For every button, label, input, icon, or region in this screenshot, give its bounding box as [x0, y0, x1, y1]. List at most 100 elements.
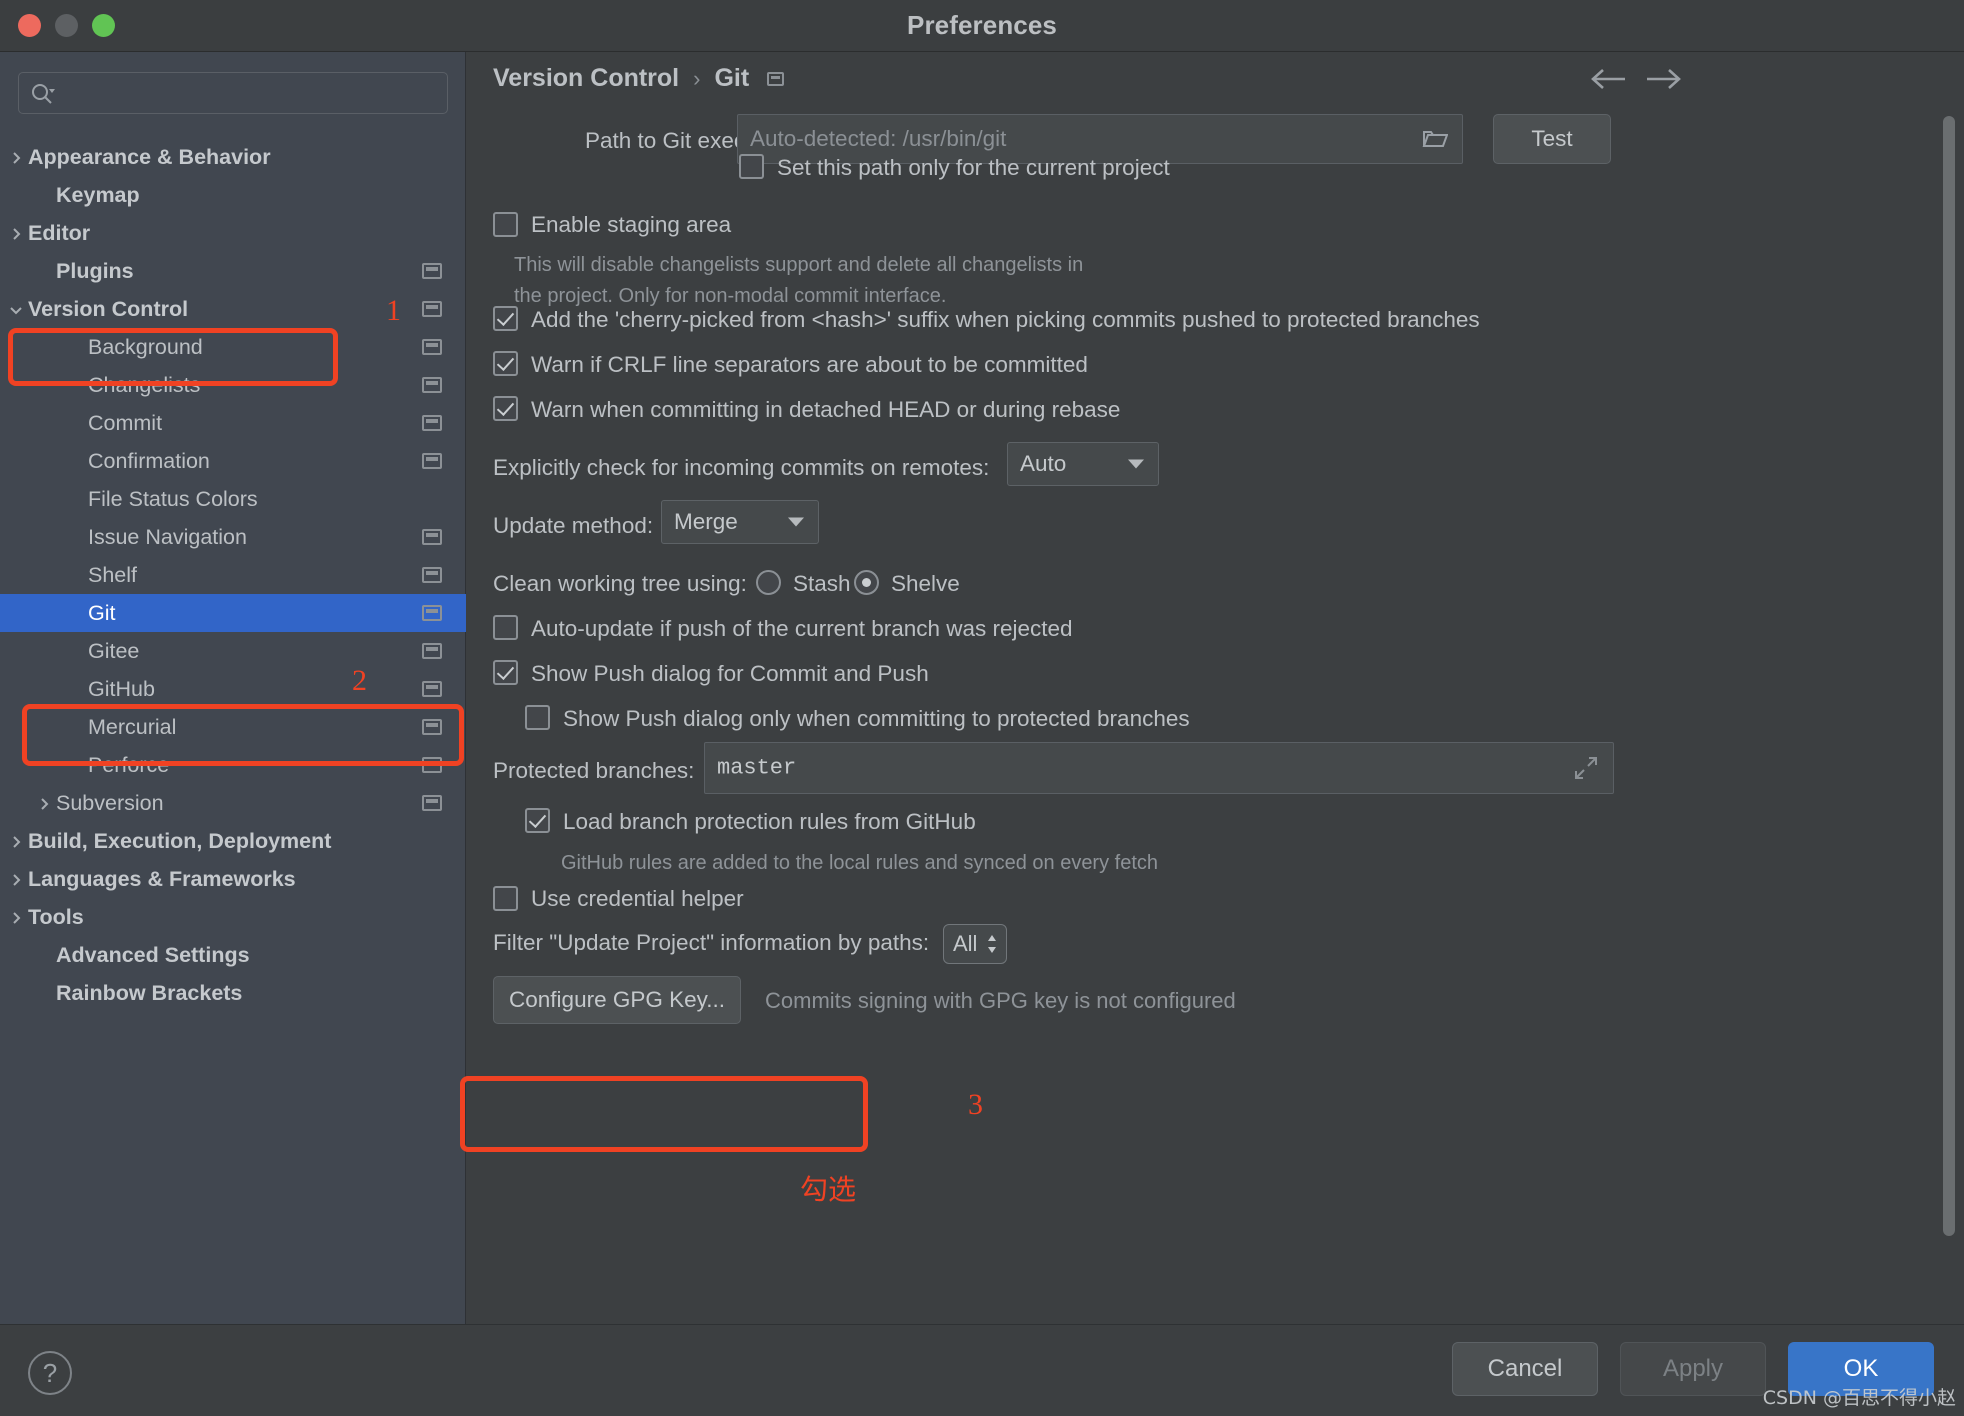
- sidebar-item-label: Background: [88, 334, 203, 359]
- cherry-picked-checkbox[interactable]: [493, 306, 518, 331]
- cherry-picked-label: Add the 'cherry-picked from <hash>' suff…: [531, 307, 1480, 332]
- sidebar-item-appearance-behavior[interactable]: Appearance & Behavior: [0, 138, 466, 176]
- auto-update-label: Auto-update if push of the current branc…: [531, 616, 1073, 641]
- sidebar-item-version-control[interactable]: Version Control: [0, 290, 466, 328]
- configurable-marker-icon: [422, 453, 442, 469]
- chevron-right-icon[interactable]: [8, 910, 22, 924]
- chevron-right-icon[interactable]: [8, 150, 22, 164]
- configurable-marker-icon: [422, 263, 442, 279]
- show-push-checkbox[interactable]: [493, 660, 518, 685]
- load-rules-checkbox[interactable]: [525, 808, 550, 833]
- sidebar-item-subversion[interactable]: Subversion: [0, 784, 466, 822]
- sidebar-item-label: File Status Colors: [88, 486, 258, 511]
- browse-folder-icon[interactable]: [1422, 129, 1449, 149]
- sidebar-item-label: Plugins: [56, 258, 134, 283]
- protected-branches-label: Protected branches:: [493, 758, 695, 783]
- enable-staging-hint-line1: This will disable changelists support an…: [514, 254, 1084, 276]
- clean-tree-shelve-label: Shelve: [891, 571, 960, 596]
- sidebar-item-label: Perforce: [88, 752, 170, 777]
- test-button[interactable]: Test: [1493, 114, 1611, 164]
- auto-update-checkbox[interactable]: [493, 615, 518, 640]
- help-button[interactable]: ?: [28, 1351, 72, 1395]
- protected-branches-input[interactable]: master: [704, 742, 1614, 794]
- credential-helper-checkbox[interactable]: [493, 886, 518, 911]
- clean-tree-stash-radio[interactable]: [756, 570, 781, 595]
- chevron-right-icon[interactable]: [8, 872, 22, 886]
- sidebar-item-label: Gitee: [88, 638, 140, 663]
- crlf-warning-checkbox[interactable]: [493, 351, 518, 376]
- enable-staging-checkbox[interactable]: [493, 212, 518, 237]
- chevron-right-icon[interactable]: [8, 226, 22, 240]
- filter-paths-value: All: [953, 931, 978, 956]
- chevron-down-icon: [1128, 459, 1144, 469]
- sidebar-item-shelf[interactable]: Shelf: [0, 556, 466, 594]
- incoming-commits-select[interactable]: Auto: [1007, 442, 1159, 486]
- sidebar-item-changelists[interactable]: Changelists: [0, 366, 466, 404]
- sidebar-item-label: Git: [88, 600, 116, 625]
- configure-gpg-key-button[interactable]: Configure GPG Key...: [493, 976, 741, 1024]
- sidebar-item-mercurial[interactable]: Mercurial: [0, 708, 466, 746]
- search-box[interactable]: [18, 72, 448, 115]
- sidebar-item-rainbow-brackets[interactable]: Rainbow Brackets: [0, 974, 466, 1012]
- sidebar-item-label: Advanced Settings: [56, 942, 250, 967]
- set-path-only-checkbox[interactable]: [739, 154, 764, 179]
- chevron-down-icon[interactable]: [8, 302, 22, 316]
- sidebar-item-advanced-settings[interactable]: Advanced Settings: [0, 936, 466, 974]
- chevron-right-icon[interactable]: [8, 834, 22, 848]
- sidebar-item-label: Keymap: [56, 182, 140, 207]
- sidebar-item-file-status-colors[interactable]: File Status Colors: [0, 480, 466, 518]
- update-method-select[interactable]: Merge: [661, 500, 819, 544]
- sidebar-item-label: Issue Navigation: [88, 524, 247, 549]
- update-method-label: Update method:: [493, 513, 654, 538]
- crlf-warning-label: Warn if CRLF line separators are about t…: [531, 352, 1088, 377]
- filter-paths-label: Filter "Update Project" information by p…: [493, 930, 930, 955]
- expand-icon[interactable]: [1575, 757, 1597, 779]
- main-scrollbar-thumb[interactable]: [1943, 116, 1955, 1236]
- title-bar: Preferences: [0, 0, 1964, 52]
- configurable-marker-icon: [422, 301, 442, 317]
- cancel-button[interactable]: Cancel: [1452, 1342, 1598, 1396]
- sidebar-item-label: Mercurial: [88, 714, 177, 739]
- chevron-down-icon: [788, 517, 804, 527]
- sidebar-item-github[interactable]: GitHub: [0, 670, 466, 708]
- settings-tree: Appearance & Behavior Keymap Editor Plugins…: [0, 138, 466, 1012]
- clean-tree-label: Clean working tree using:: [493, 571, 747, 596]
- settings-sidebar: Appearance & Behavior Keymap Editor Plugins…: [0, 52, 466, 1324]
- sidebar-item-git[interactable]: Git: [0, 594, 466, 632]
- sidebar-item-label: Languages & Frameworks: [28, 866, 296, 891]
- sidebar-item-gitee[interactable]: Gitee: [0, 632, 466, 670]
- chevron-right-icon[interactable]: [36, 796, 50, 810]
- clean-tree-shelve-radio[interactable]: [854, 570, 879, 595]
- sidebar-item-background[interactable]: Background: [0, 328, 466, 366]
- enable-staging-label: Enable staging area: [531, 212, 732, 237]
- sidebar-item-confirmation[interactable]: Confirmation: [0, 442, 466, 480]
- sidebar-item-keymap[interactable]: Keymap: [0, 176, 466, 214]
- sidebar-item-build-execution-deployment[interactable]: Build, Execution, Deployment: [0, 822, 466, 860]
- sidebar-item-tools[interactable]: Tools: [0, 898, 466, 936]
- configurable-marker-icon: [422, 339, 442, 355]
- incoming-commits-value: Auto: [1020, 451, 1067, 476]
- sidebar-item-plugins[interactable]: Plugins: [0, 252, 466, 290]
- sidebar-item-issue-navigation[interactable]: Issue Navigation: [0, 518, 466, 556]
- main-scrollbar[interactable]: [1941, 116, 1957, 1296]
- detached-head-checkbox[interactable]: [493, 396, 518, 421]
- configurable-marker-icon: [422, 719, 442, 735]
- sidebar-item-label: Subversion: [56, 790, 164, 815]
- sidebar-item-languages-frameworks[interactable]: Languages & Frameworks: [0, 860, 466, 898]
- set-path-only-label: Set this path only for the current proje…: [777, 155, 1170, 180]
- sidebar-item-label: GitHub: [88, 676, 155, 701]
- enable-staging-hint-line2: the project. Only for non-modal commit i…: [514, 285, 947, 307]
- apply-button[interactable]: Apply: [1620, 1342, 1766, 1396]
- show-push-protected-checkbox[interactable]: [525, 705, 550, 730]
- filter-paths-select[interactable]: All: [943, 924, 1007, 964]
- settings-main-panel: Version Control › Git Path to Git execut…: [467, 52, 1964, 1324]
- gpg-status-text: Commits signing with GPG key is not conf…: [765, 988, 1236, 1013]
- configurable-marker-icon: [422, 377, 442, 393]
- sidebar-item-editor[interactable]: Editor: [0, 214, 466, 252]
- sidebar-item-commit[interactable]: Commit: [0, 404, 466, 442]
- load-rules-label: Load branch protection rules from GitHub: [563, 809, 976, 834]
- search-input[interactable]: [65, 73, 439, 115]
- sidebar-item-label: Shelf: [88, 562, 138, 587]
- update-method-value: Merge: [674, 509, 738, 534]
- sidebar-item-perforce[interactable]: Perforce: [0, 746, 466, 784]
